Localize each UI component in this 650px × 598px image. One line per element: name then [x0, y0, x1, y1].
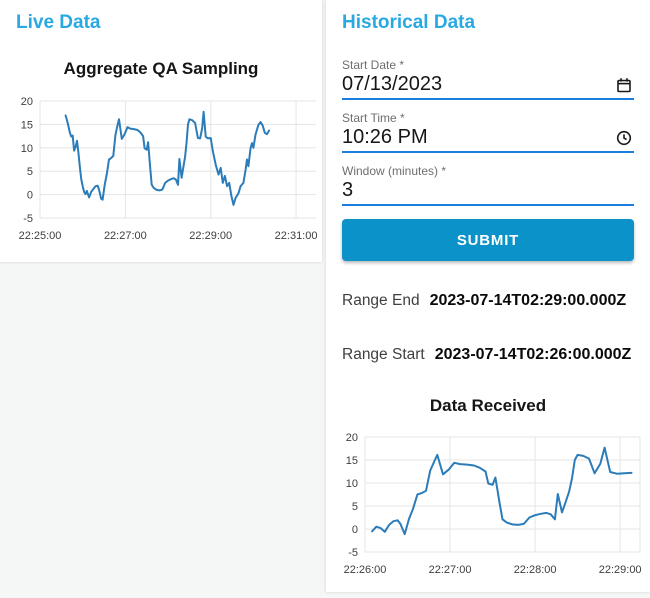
svg-text:15: 15	[346, 455, 358, 467]
window-minutes-label: Window (minutes) *	[342, 164, 447, 178]
svg-text:10: 10	[346, 478, 358, 490]
start-date-label: Start Date *	[342, 58, 405, 72]
svg-text:5: 5	[352, 501, 358, 513]
window-minutes-field: Window (minutes) * 3	[342, 164, 634, 206]
start-time-value: 10:26 PM	[342, 126, 428, 148]
svg-text:-5: -5	[348, 547, 358, 559]
range-start-label: Range Start	[342, 346, 425, 363]
start-date-input[interactable]: 07/13/2023	[342, 72, 634, 100]
window-minutes-input[interactable]: 3	[342, 178, 634, 206]
dashboard: Live Data Aggregate QA Sampling 20 15 10 5 0…	[0, 0, 650, 598]
svg-text:22:31:00: 22:31:00	[275, 230, 318, 242]
start-time-field: Start Time * 10:26 PM	[342, 111, 634, 153]
range-end-row: Range End 2023-07-14T02:29:00.000Z	[342, 292, 634, 310]
svg-text:10: 10	[21, 143, 33, 155]
start-date-field: Start Date * 07/13/2023	[342, 58, 634, 100]
svg-text:22:26:00: 22:26:00	[344, 564, 387, 576]
historical-data-panel: Historical Data Start Date * 07/13/2023 …	[326, 0, 650, 592]
svg-text:-5: -5	[23, 213, 33, 225]
start-date-value: 07/13/2023	[342, 73, 443, 95]
live-data-panel: Live Data Aggregate QA Sampling 20 15 10 5 0…	[0, 0, 322, 262]
window-minutes-value: 3	[342, 179, 354, 201]
live-panel-title: Live Data	[16, 12, 101, 33]
svg-text:0: 0	[352, 524, 358, 536]
received-chart-title: Data Received	[429, 396, 547, 415]
live-line-chart: 20 15 10 5 0 -5 22:25:00 22:27:00 22:29:00 22:31:…	[19, 96, 318, 242]
svg-text:22:27:00: 22:27:00	[429, 564, 472, 576]
clock-icon[interactable]	[616, 130, 632, 146]
range-start-row: Range Start 2023-07-14T02:26:00.000Z	[342, 346, 634, 364]
svg-text:22:25:00: 22:25:00	[19, 230, 62, 242]
svg-text:20: 20	[21, 96, 33, 108]
live-chart-title: Aggregate QA Sampling	[63, 59, 259, 78]
start-time-label: Start Time *	[342, 111, 405, 125]
received-line-chart: 20 15 10 5 0 -5 22:26:00 22:27:00 22:28:00 22:29:…	[344, 432, 642, 576]
start-time-input[interactable]: 10:26 PM	[342, 125, 634, 153]
svg-text:22:29:00: 22:29:00	[599, 564, 642, 576]
submit-button[interactable]: SUBMIT	[342, 219, 634, 261]
svg-text:22:28:00: 22:28:00	[514, 564, 557, 576]
svg-text:15: 15	[21, 119, 33, 131]
range-end-label: Range End	[342, 292, 420, 309]
range-end-value: 2023-07-14T02:29:00.000Z	[429, 292, 627, 309]
svg-text:20: 20	[346, 432, 358, 444]
svg-text:22:29:00: 22:29:00	[189, 230, 232, 242]
calendar-icon[interactable]	[616, 77, 632, 93]
historical-panel-title: Historical Data	[342, 12, 476, 33]
range-start-value: 2023-07-14T02:26:00.000Z	[434, 346, 632, 363]
svg-text:0: 0	[27, 190, 33, 202]
svg-text:5: 5	[27, 166, 33, 178]
svg-text:22:27:00: 22:27:00	[104, 230, 147, 242]
